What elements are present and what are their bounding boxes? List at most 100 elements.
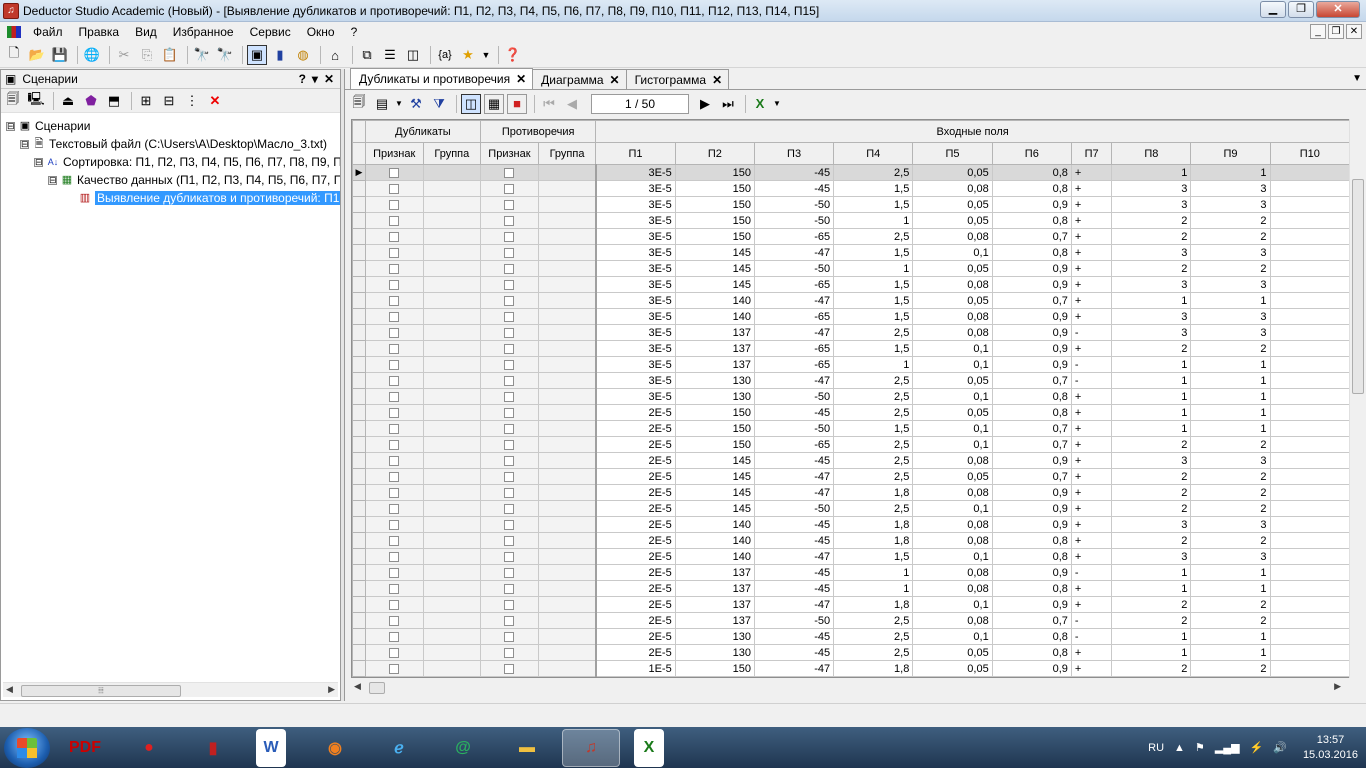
cell-п5[interactable]: 0,1 — [912, 356, 993, 373]
cell-п6[interactable]: 0,7 — [991, 292, 1072, 309]
cell-п6[interactable]: 0,8 — [991, 164, 1072, 181]
cell-п3[interactable]: -45 — [753, 580, 835, 597]
cell-п2[interactable]: 137 — [674, 580, 755, 597]
scroll-right-icon[interactable]: ▶ — [328, 684, 335, 695]
cell-п3[interactable]: -45 — [753, 516, 835, 533]
cell-п6[interactable]: 0,9 — [991, 276, 1072, 293]
cell-п1[interactable]: 3E-5 — [594, 276, 676, 293]
table-row[interactable]: 2E-5 130 -45 2,5 0,1 0,8-1 1 — [352, 628, 1350, 645]
checkbox[interactable] — [504, 631, 515, 642]
tree-expander[interactable]: ⊟ — [6, 121, 15, 131]
taskbar-word-app[interactable]: W — [256, 728, 286, 767]
tree-hscrollbar[interactable]: ◀ ⦙⦙⦙ ▶ — [3, 682, 338, 697]
checkbox[interactable] — [504, 327, 515, 338]
cell-п1[interactable]: 3E-5 — [594, 308, 676, 325]
cell-п8[interactable]: 1 — [1111, 372, 1192, 389]
cell-п10[interactable] — [1269, 196, 1350, 213]
cell-п2[interactable]: 140 — [674, 516, 755, 533]
tab-close-icon[interactable]: ✕ — [712, 73, 722, 87]
table-row[interactable]: 2E-5 140 -45 1,8 0,08 0,8 +2 2 — [352, 532, 1350, 549]
checkbox[interactable] — [504, 311, 515, 322]
cell-п10[interactable] — [1269, 324, 1350, 341]
cell-п1[interactable]: 2E-5 — [594, 580, 676, 597]
cell-п9[interactable]: 1 — [1190, 404, 1271, 421]
network-icon[interactable]: ▂▄▆ — [1215, 741, 1240, 754]
checkbox[interactable] — [504, 663, 515, 674]
cell-п7[interactable]: + — [1070, 436, 1113, 453]
column-header-п10[interactable]: П10 — [1269, 142, 1350, 165]
cell-п4[interactable]: 2,5 — [833, 388, 914, 405]
cell-п2[interactable]: 130 — [674, 388, 755, 405]
cell-п5[interactable]: 0,1 — [912, 548, 993, 565]
cell-п6[interactable]: 0,9 — [991, 340, 1072, 357]
cell-п7[interactable]: + — [1070, 532, 1113, 549]
import-icon[interactable]: ⏏ — [58, 91, 78, 111]
table-row[interactable]: 3E-5 150 -50 1,5 0,05 0,9 +3 3 — [352, 196, 1350, 213]
checkbox[interactable] — [389, 295, 400, 306]
cell-п6[interactable]: 0,8 — [991, 580, 1072, 597]
cell-п6[interactable]: 0,9 — [991, 356, 1072, 373]
checkbox[interactable] — [389, 615, 400, 626]
cell-п3[interactable]: -45 — [753, 644, 835, 661]
cell-п1[interactable]: 3E-5 — [594, 388, 676, 405]
row-indicator[interactable] — [352, 324, 366, 341]
cell-п10[interactable] — [1269, 548, 1350, 565]
tab-duplicates[interactable]: Дубликаты и противоречия ✕ — [350, 68, 534, 89]
checkbox[interactable] — [504, 359, 515, 370]
row-indicator[interactable] — [352, 628, 366, 645]
row-indicator[interactable] — [352, 180, 366, 197]
cell-п5[interactable]: 0,08 — [912, 516, 993, 533]
column-header-п1[interactable]: П1 — [595, 142, 676, 165]
menu-file[interactable]: Файл — [25, 22, 71, 42]
cell-п3[interactable]: -47 — [753, 484, 835, 501]
settings-wheel-icon[interactable]: ◍ — [293, 45, 313, 65]
checkbox[interactable] — [504, 439, 515, 450]
cell-п4[interactable]: 1,8 — [833, 484, 914, 501]
cell-п3[interactable]: -45 — [753, 180, 835, 197]
checkbox[interactable] — [504, 215, 515, 226]
row-indicator[interactable] — [352, 228, 366, 245]
cell-п5[interactable]: 0,08 — [912, 308, 993, 325]
cell-п2[interactable]: 145 — [674, 260, 755, 277]
cell-п4[interactable]: 1,5 — [833, 276, 914, 293]
cell-п5[interactable]: 0,08 — [912, 452, 993, 469]
cell-п8[interactable]: 1 — [1111, 356, 1192, 373]
new-file-icon[interactable]: 🗋 — [4, 45, 24, 65]
cell-п10[interactable] — [1269, 500, 1350, 517]
table-row[interactable]: 2E-5 145 -45 2,5 0,08 0,9 +3 3 — [352, 452, 1350, 469]
cell-п5[interactable]: 0,05 — [912, 292, 993, 309]
row-indicator[interactable] — [352, 484, 366, 501]
dropdown-arrow-icon[interactable]: ▼ — [773, 94, 781, 114]
cell-п2[interactable]: 137 — [674, 324, 755, 341]
cell-п6[interactable]: 0,7 — [991, 420, 1072, 437]
cell-п7[interactable]: + — [1070, 404, 1113, 421]
cell-п7[interactable]: + — [1070, 548, 1113, 565]
cell-п1[interactable]: 2E-5 — [594, 532, 676, 549]
cell-п3[interactable]: -65 — [753, 356, 835, 373]
cell-п6[interactable]: 0,8 — [991, 404, 1072, 421]
cell-п8[interactable]: 2 — [1111, 500, 1192, 517]
checkbox[interactable] — [504, 455, 515, 466]
column-header-п2[interactable]: П2 — [674, 142, 755, 165]
row-indicator[interactable] — [352, 580, 366, 597]
cell-п10[interactable] — [1269, 484, 1350, 501]
cell-п9[interactable]: 2 — [1190, 228, 1271, 245]
checkbox[interactable] — [389, 407, 400, 418]
cell-п2[interactable]: 137 — [674, 564, 755, 581]
cell-п8[interactable]: 2 — [1111, 660, 1192, 677]
cell-п3[interactable]: -65 — [753, 436, 835, 453]
cell-п5[interactable]: 0,05 — [912, 212, 993, 229]
row-indicator[interactable] — [352, 596, 366, 613]
grid-vscrollbar[interactable] — [1349, 119, 1365, 678]
save-icon[interactable]: 💾 — [50, 45, 70, 65]
cell-п8[interactable]: 2 — [1111, 228, 1192, 245]
cell-п10[interactable] — [1269, 452, 1350, 469]
cell-п10[interactable] — [1269, 228, 1350, 245]
cell-п3[interactable]: -47 — [753, 548, 835, 565]
cell-п10[interactable] — [1269, 308, 1350, 325]
row-indicator[interactable] — [352, 292, 366, 309]
cell-п5[interactable]: 0,1 — [912, 436, 993, 453]
scroll-right-icon[interactable]: ▶ — [1334, 681, 1341, 692]
scroll-left-icon[interactable]: ◀ — [354, 681, 361, 692]
checkbox[interactable] — [504, 599, 515, 610]
